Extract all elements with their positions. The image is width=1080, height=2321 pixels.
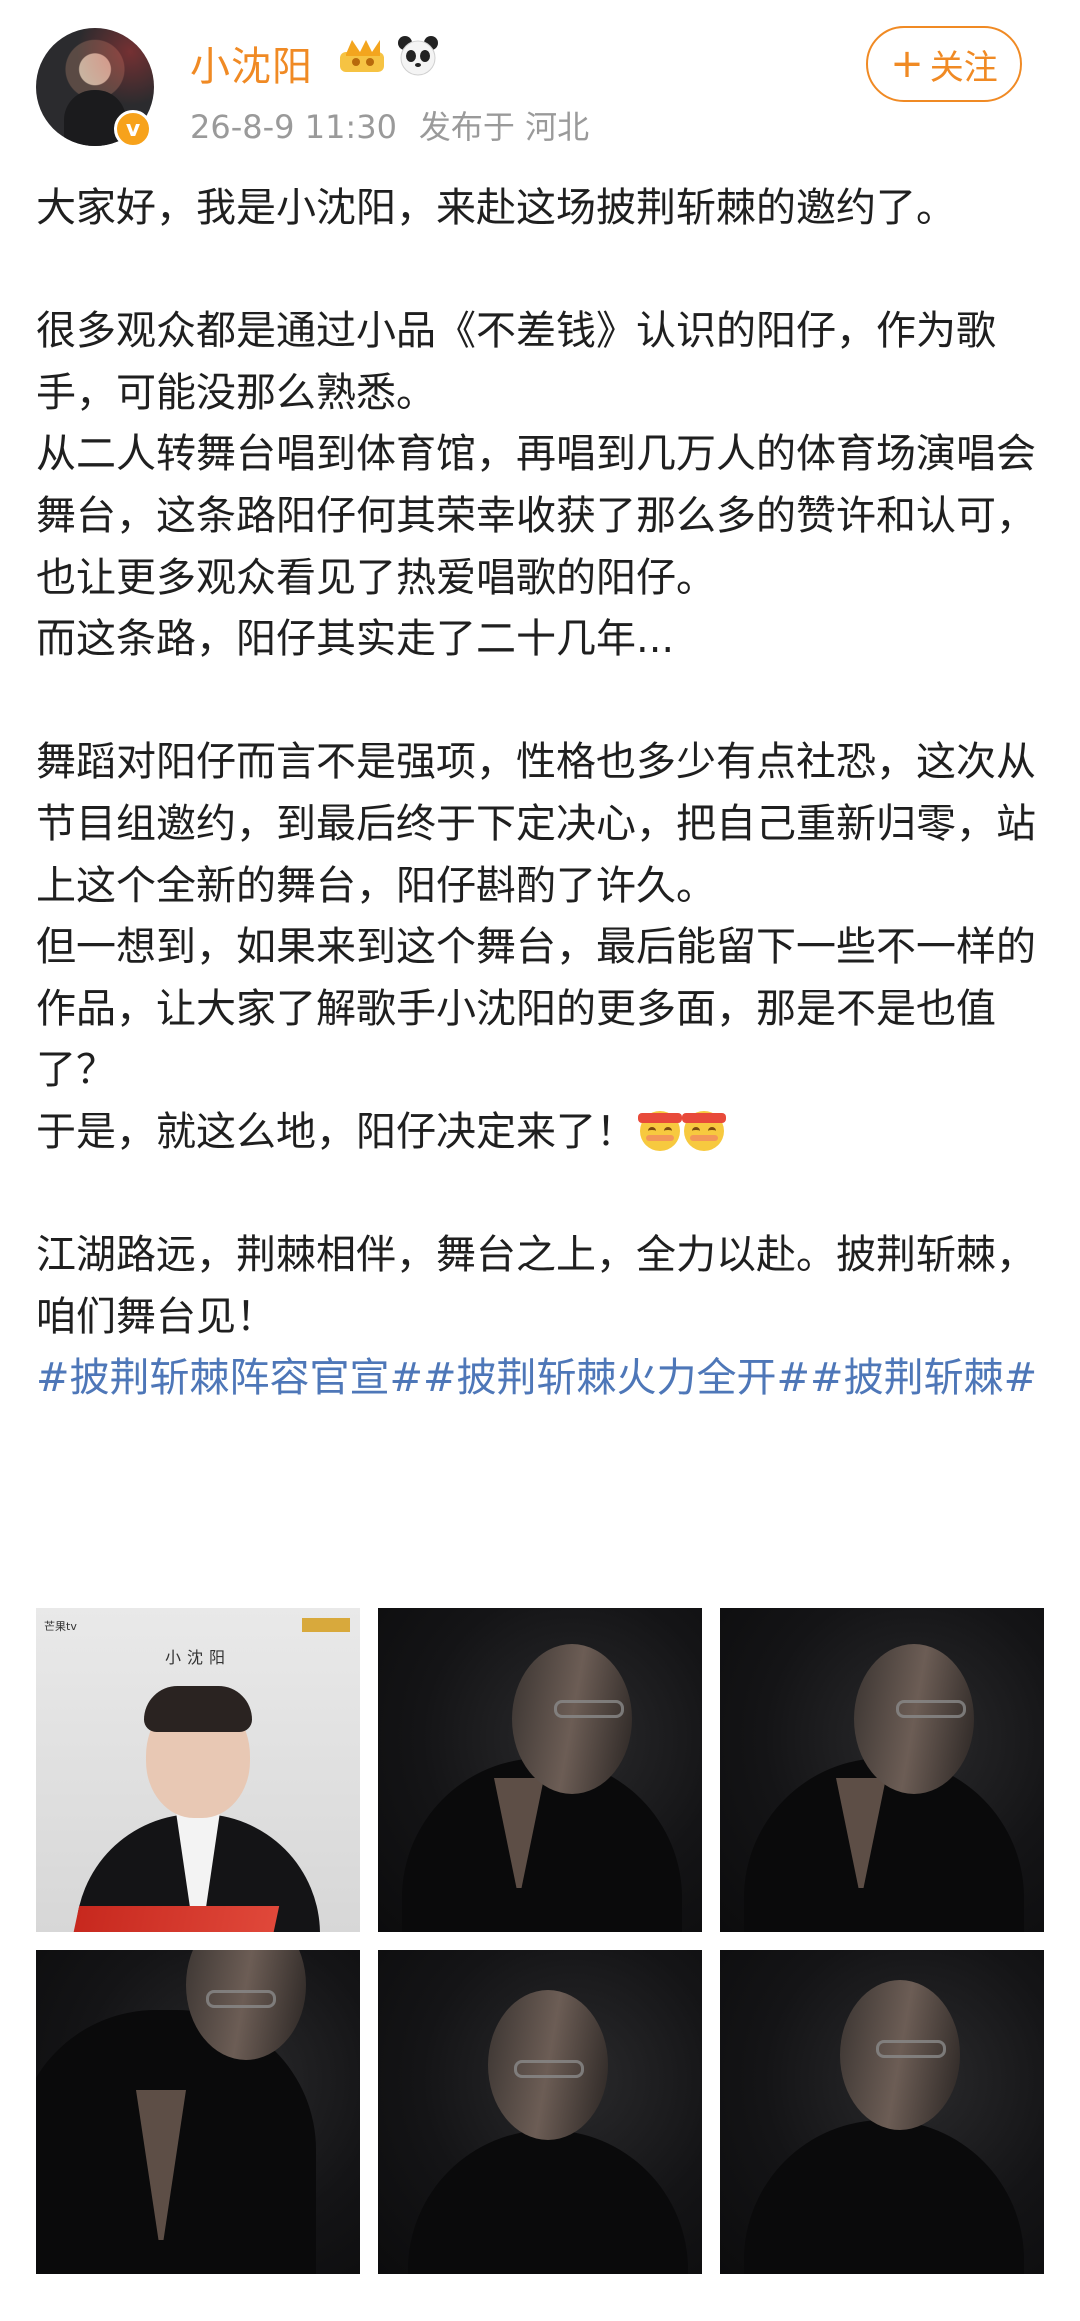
- channel-logo: 芒果tv: [44, 1620, 77, 1633]
- cheer-emoji-icon: [638, 1110, 682, 1151]
- glasses-icon: [206, 1990, 276, 2008]
- glasses-icon: [896, 1700, 966, 1718]
- photo-thumbnail[interactable]: [720, 1608, 1044, 1932]
- post-body: 大家好，我是小沈阳，来赴这场披荆斩棘的邀约了。 很多观众都是通过小品《不差钱》认…: [36, 178, 1046, 1410]
- post-paragraph-with-emoji: 于是，就这么地，阳仔决定来了！: [36, 1102, 1046, 1164]
- photo-thumbnail[interactable]: [378, 1950, 702, 2274]
- photo-thumbnail[interactable]: [720, 1950, 1044, 2274]
- post-paragraph: 而这条路，阳仔其实走了二十几年...: [36, 616, 675, 663]
- portrait-head: [512, 1644, 632, 1794]
- follow-button[interactable]: + 关注: [866, 26, 1022, 102]
- post-time: 26-8-9 11:30: [190, 108, 397, 146]
- post-paragraph: 但一想到，如果来到这个舞台，最后能留下一些不一样的作品，让大家了解歌手小沈阳的更…: [36, 924, 1036, 1094]
- follow-label: 关注: [929, 47, 998, 88]
- poster-title-graphic: [72, 1906, 280, 1932]
- poster-name: 小沈阳: [164, 1648, 231, 1667]
- post-paragraph: 大家好，我是小沈阳，来赴这场披荆斩棘的邀约了。: [36, 185, 956, 231]
- glasses-icon: [554, 1700, 624, 1718]
- post-paragraph: 从二人转舞台唱到体育馆，再唱到几万人的体育场演唱会舞台，这条路阳仔何其荣幸收获了…: [36, 431, 1036, 601]
- crown-badge-icon[interactable]: [336, 36, 388, 76]
- glasses-icon: [514, 2060, 584, 2078]
- post-meta: 26-8-9 11:30 发布于 河北: [190, 102, 611, 148]
- panda-badge-icon[interactable]: [396, 34, 440, 78]
- verified-badge-icon: v: [114, 110, 152, 148]
- portrait-head: [854, 1644, 974, 1794]
- hashtag-links[interactable]: #披荆斩棘阵容官宣##披荆斩棘火力全开##披荆斩棘#: [36, 1348, 1046, 1410]
- photo-thumbnail[interactable]: [36, 1950, 360, 2274]
- poster-tag: [302, 1618, 350, 1632]
- post-location: 发布于 河北: [418, 108, 590, 146]
- poster-figure-hair: [144, 1686, 252, 1732]
- glasses-icon: [876, 2040, 946, 2058]
- photo-grid: 芒果tv 小沈阳: [36, 1608, 1044, 2320]
- post-paragraph: 舞蹈对阳仔而言不是强项，性格也多少有点社恐，这次从节目组邀约，到最后终于下定决心…: [36, 739, 1036, 909]
- cheer-emoji-icon: [682, 1110, 726, 1151]
- author-name[interactable]: 小沈阳: [190, 34, 313, 92]
- portrait-jacket: [408, 2130, 688, 2274]
- post-paragraph: 江湖路远，荆棘相伴，舞台之上，全力以赴。披荆斩棘，咱们舞台见！: [36, 1232, 1036, 1340]
- photo-thumbnail[interactable]: [378, 1608, 702, 1932]
- plus-icon: +: [890, 41, 924, 87]
- photo-thumbnail-poster[interactable]: 芒果tv 小沈阳: [36, 1608, 360, 1932]
- post-paragraph: 很多观众都是通过小品《不差钱》认识的阳仔，作为歌手，可能没那么熟悉。: [36, 308, 996, 416]
- post-header: v 小沈阳 26-8-9 11:30 发布于 河北 + 关注: [0, 0, 1080, 160]
- portrait-jacket: [744, 2120, 1024, 2274]
- post-paragraph: 于是，就这么地，阳仔决定来了！: [36, 1108, 636, 1155]
